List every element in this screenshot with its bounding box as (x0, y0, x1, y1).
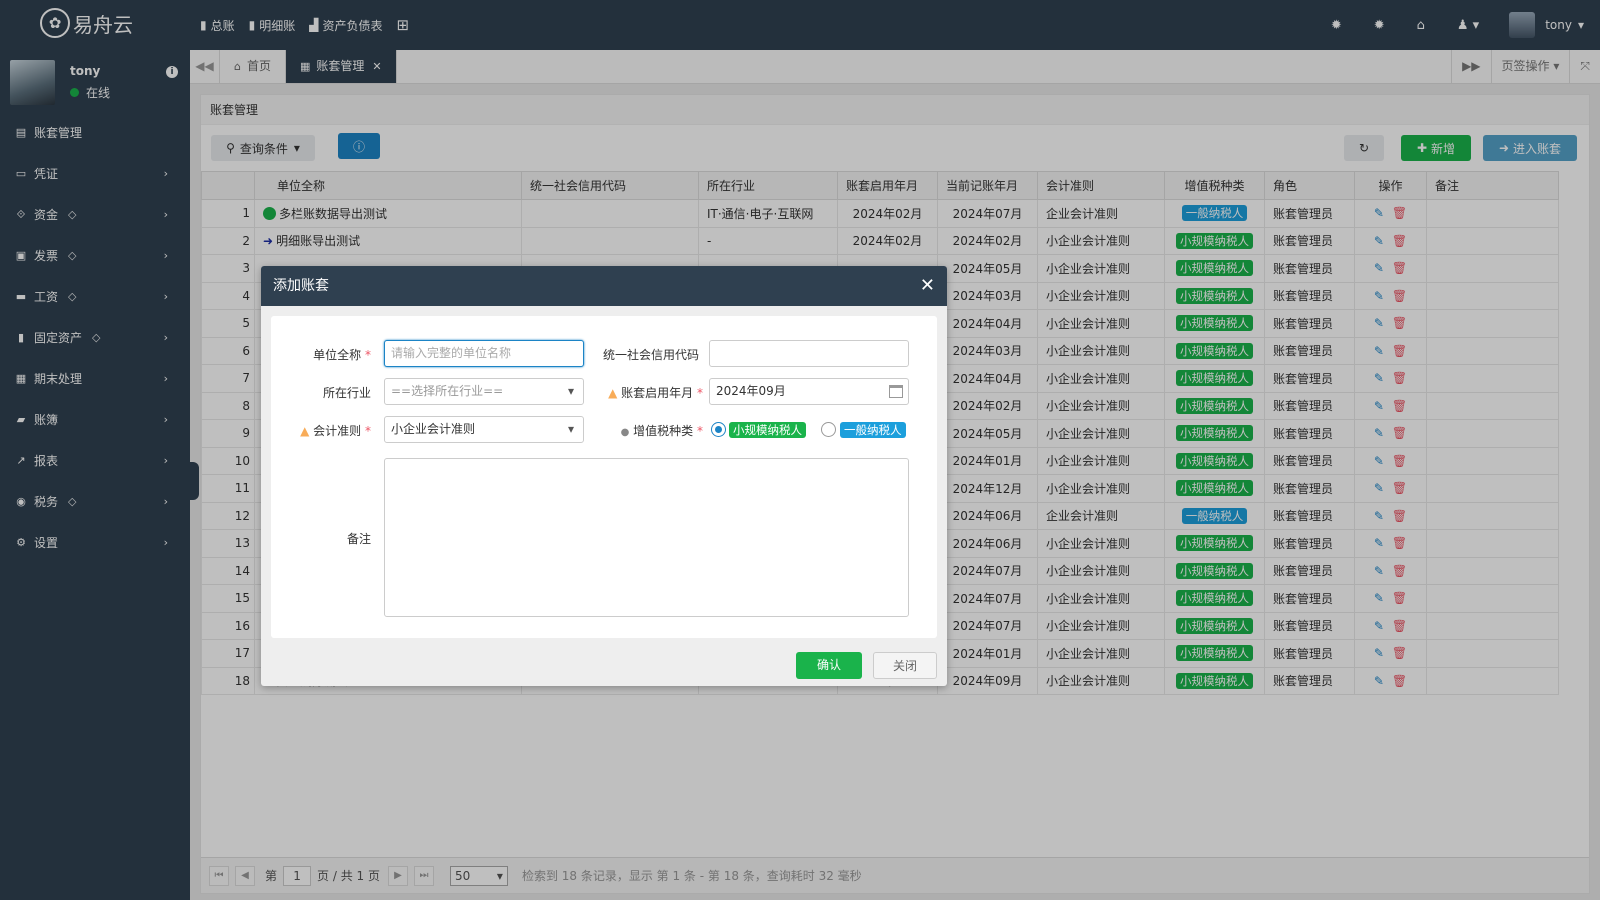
dialog-body: 单位全称 * 请输入完整的单位名称 统一社会信用代码 所在行业 ==选择所在行业… (271, 316, 937, 638)
standard-label: ▲ 会计准则 * (300, 424, 371, 438)
credit-code-input[interactable] (709, 340, 909, 367)
close-icon[interactable]: ✕ (920, 266, 935, 306)
start-month-input[interactable]: 2024年09月 (709, 378, 909, 405)
accounting-standard-select[interactable]: 小企业会计准则 (384, 416, 584, 443)
remark-textarea[interactable] (384, 458, 909, 617)
info-icon: ● (620, 427, 630, 438)
vat-general-radio[interactable] (821, 422, 836, 437)
calendar-icon[interactable] (889, 385, 903, 398)
vat-type-label: ● 增值税种类 * (620, 424, 703, 438)
warning-icon: ▲ (300, 424, 310, 438)
credit-code-label: 统一社会信用代码 (602, 348, 699, 362)
add-account-dialog: 添加账套 ✕ 单位全称 * 请输入完整的单位名称 统一社会信用代码 所在行业 =… (261, 266, 947, 686)
company-name-input[interactable]: 请输入完整的单位名称 (384, 340, 584, 367)
dialog-header: 添加账套 ✕ (261, 266, 947, 306)
dialog-footer: 确认 关闭 (261, 646, 947, 686)
industry-select[interactable]: ==选择所在行业== (384, 378, 584, 405)
industry-label: 所在行业 (322, 386, 371, 400)
close-button[interactable]: 关闭 (873, 652, 937, 679)
vat-small-badge[interactable]: 小规模纳税人 (729, 422, 806, 438)
warning-icon: ▲ (608, 386, 618, 400)
dialog-title: 添加账套 (273, 278, 329, 294)
remark-label: 备注 (346, 532, 371, 546)
confirm-button[interactable]: 确认 (796, 652, 862, 679)
start-month-label: ▲ 账套启用年月 * (608, 386, 703, 400)
vat-small-radio[interactable] (711, 422, 726, 437)
name-label: 单位全称 * (313, 348, 371, 362)
vat-general-badge[interactable]: 一般纳税人 (840, 422, 906, 438)
